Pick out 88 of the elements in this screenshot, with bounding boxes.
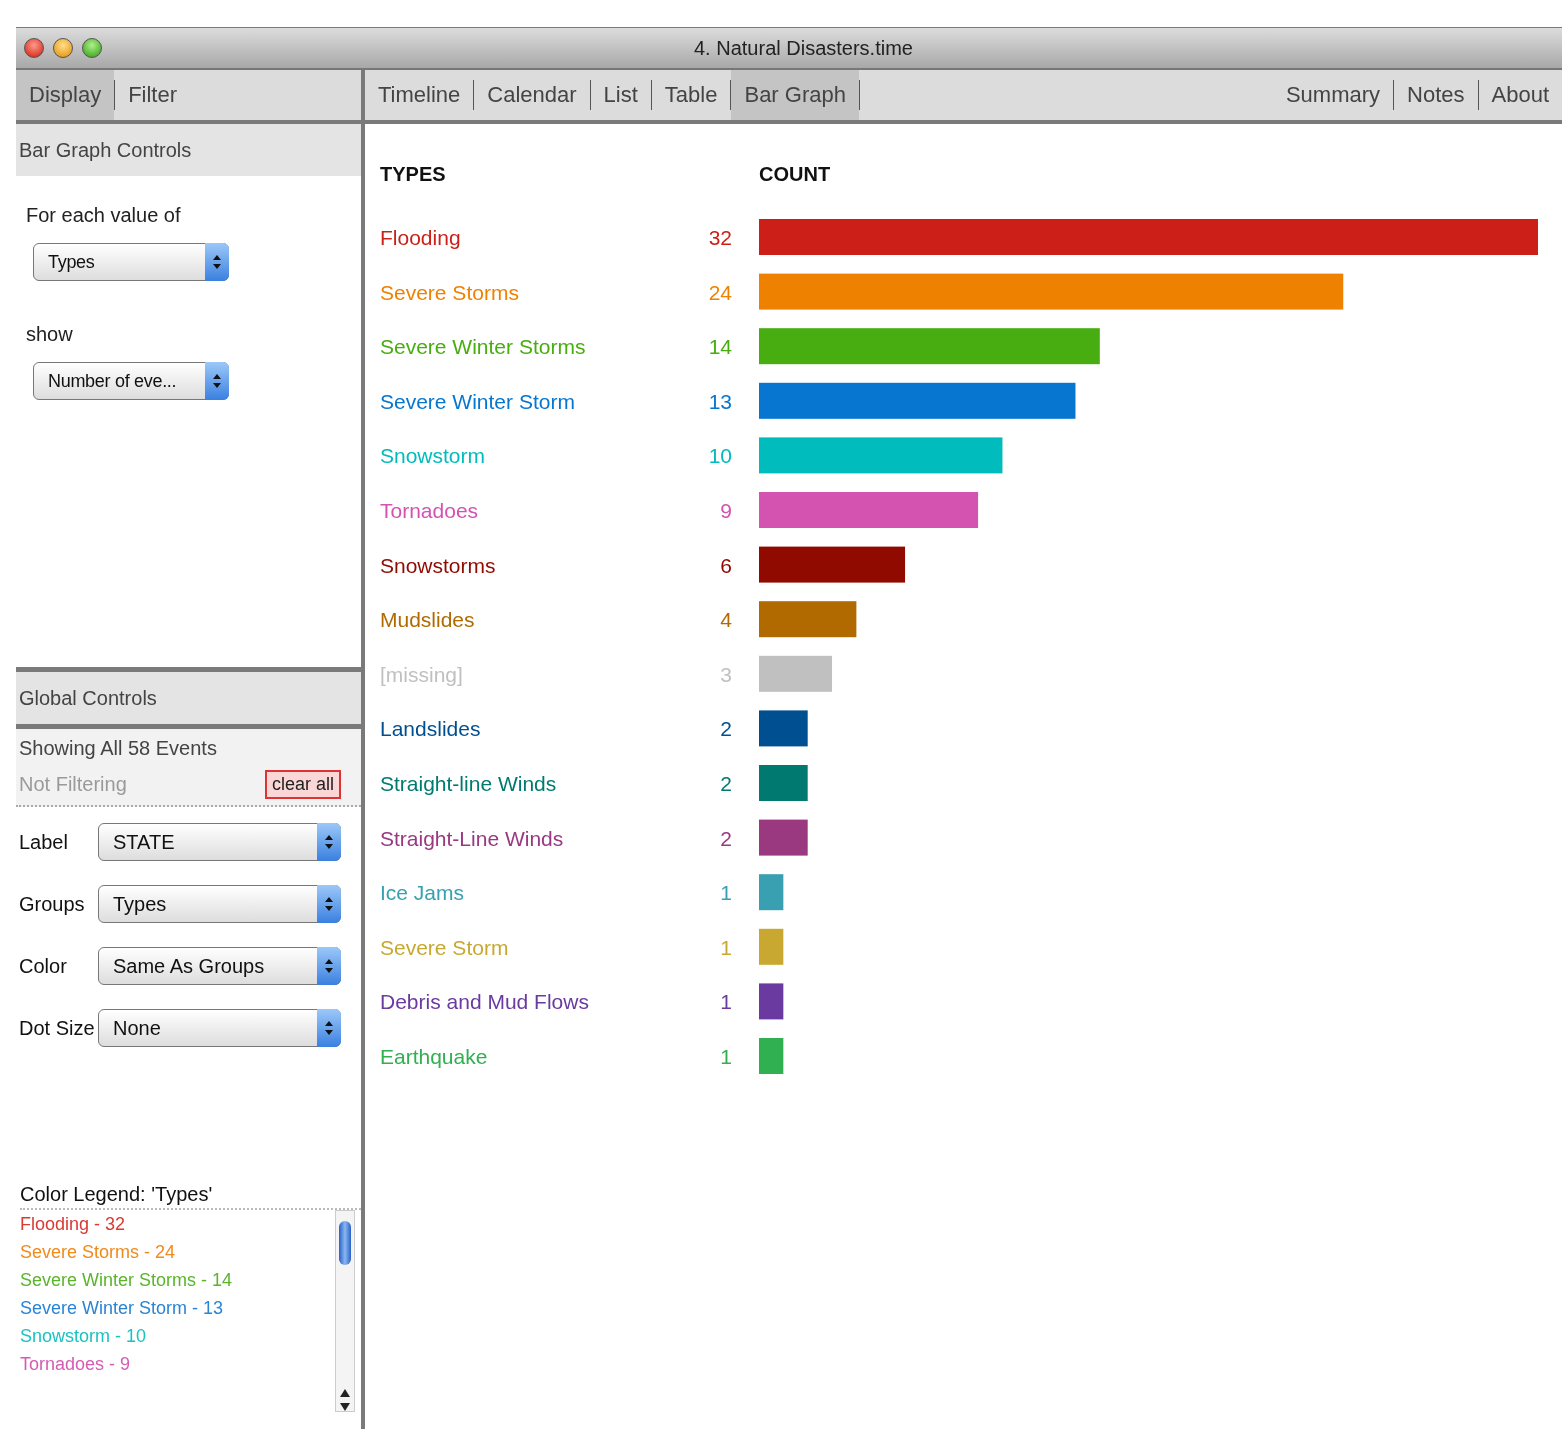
category-label: Landslides bbox=[380, 717, 481, 741]
bar bbox=[759, 1038, 784, 1074]
category-label: Tornadoes bbox=[380, 499, 479, 522]
value-label: 2 bbox=[720, 826, 732, 850]
scrollbar[interactable] bbox=[335, 1210, 355, 1412]
status-text: Showing All 58 Events bbox=[19, 737, 218, 760]
tab[interactable]: Table bbox=[651, 70, 731, 120]
section-header: Global Controls bbox=[16, 672, 361, 724]
bar bbox=[759, 765, 808, 801]
dropdown[interactable]: STATE bbox=[98, 823, 341, 861]
legend-item: Tornadoes - 9 bbox=[20, 1354, 132, 1375]
legend-item: Severe Winter Storms - 14 bbox=[20, 1270, 233, 1291]
value-label: 9 bbox=[720, 499, 732, 522]
legend-item: Snowstorm - 10 bbox=[20, 1326, 148, 1347]
tab[interactable]: Timeline bbox=[365, 70, 474, 120]
close-icon[interactable] bbox=[24, 38, 44, 58]
field-label: Groups bbox=[19, 892, 86, 916]
field-label: Label bbox=[19, 830, 69, 854]
value-label: 14 bbox=[708, 335, 732, 359]
category-label: Severe Storms bbox=[380, 280, 519, 304]
category-label: [missing] bbox=[380, 662, 463, 686]
value-label: 13 bbox=[708, 389, 732, 413]
dropdown[interactable]: None bbox=[98, 1009, 341, 1047]
bar bbox=[759, 874, 784, 911]
bar bbox=[759, 983, 784, 1020]
tab[interactable]: Filter bbox=[115, 70, 191, 120]
value-label: 24 bbox=[708, 280, 732, 304]
tab[interactable]: About bbox=[1478, 70, 1562, 120]
value-label: 1 bbox=[720, 1045, 732, 1068]
field-label: show bbox=[26, 323, 73, 346]
bar bbox=[759, 928, 784, 965]
category-label: Snowstorm bbox=[380, 444, 486, 468]
stepper-arrows-icon bbox=[317, 1009, 341, 1047]
category-label: Severe Winter Storm bbox=[380, 389, 575, 413]
scroll-down-icon[interactable] bbox=[340, 1403, 350, 1411]
minimize-icon[interactable] bbox=[53, 38, 73, 58]
column-heading: COUNT bbox=[759, 163, 831, 185]
stepper-arrows-icon bbox=[317, 823, 341, 861]
tab[interactable]: Bar Graph bbox=[731, 70, 859, 120]
field-label: For each value of bbox=[26, 204, 181, 227]
value-label: 2 bbox=[720, 772, 732, 795]
filter-status: Not Filtering bbox=[19, 773, 127, 796]
category-label: Ice Jams bbox=[380, 881, 465, 905]
dropdown[interactable]: Types bbox=[33, 243, 229, 281]
stepper-arrows-icon bbox=[205, 362, 229, 400]
tab[interactable]: Summary bbox=[1272, 70, 1393, 120]
stepper-arrows-icon bbox=[317, 885, 341, 923]
tab[interactable]: Display bbox=[16, 70, 115, 120]
zoom-icon[interactable] bbox=[82, 38, 102, 58]
scroll-thumb[interactable] bbox=[339, 1221, 351, 1265]
category-label: Earthquake bbox=[380, 1045, 488, 1068]
dropdown[interactable]: Same As Groups bbox=[98, 947, 341, 985]
legend-item: Severe Winter Storm - 13 bbox=[20, 1298, 225, 1319]
value-label: 2 bbox=[720, 717, 732, 741]
field-label: Color bbox=[19, 954, 68, 978]
value-label: 4 bbox=[720, 608, 732, 632]
value-label: 1 bbox=[720, 881, 732, 905]
value-label: 6 bbox=[720, 553, 732, 577]
value-label: 10 bbox=[708, 444, 732, 468]
value-label: 1 bbox=[720, 990, 732, 1014]
stepper-arrows-icon bbox=[317, 947, 341, 985]
bar bbox=[759, 819, 808, 856]
legend-item: Flooding - 32 bbox=[20, 1214, 127, 1235]
field-label: Dot Size bbox=[19, 1016, 96, 1040]
legend-item: Severe Storms - 24 bbox=[20, 1242, 177, 1263]
category-label: Debris and Mud Flows bbox=[380, 990, 589, 1014]
dropdown[interactable]: Number of eve... bbox=[33, 362, 229, 400]
category-label: Severe Winter Storms bbox=[380, 335, 586, 359]
value-label: 3 bbox=[720, 662, 732, 686]
column-heading: TYPES bbox=[380, 163, 446, 185]
category-label: Severe Storm bbox=[380, 935, 509, 959]
section-header: Bar Graph Controls bbox=[16, 124, 361, 176]
value-label: 32 bbox=[708, 226, 732, 249]
category-label: Straight-Line Winds bbox=[380, 826, 564, 850]
scroll-up-icon[interactable] bbox=[340, 1389, 350, 1397]
window-title: 4. Natural Disasters.time bbox=[694, 36, 913, 60]
bar bbox=[759, 710, 808, 747]
value-label: 1 bbox=[720, 935, 732, 959]
dropdown[interactable]: Types bbox=[98, 885, 341, 923]
tab[interactable]: Calendar bbox=[474, 70, 590, 120]
tab[interactable]: List bbox=[590, 70, 651, 120]
clear-all-button[interactable]: clear all bbox=[264, 770, 341, 799]
category-label: Mudslides bbox=[380, 608, 475, 632]
category-label: Snowstorms bbox=[380, 553, 496, 577]
category-label: Straight-line Winds bbox=[380, 772, 557, 795]
stepper-arrows-icon bbox=[205, 243, 229, 281]
tab[interactable]: Notes bbox=[1394, 70, 1478, 120]
category-label: Flooding bbox=[380, 226, 461, 249]
